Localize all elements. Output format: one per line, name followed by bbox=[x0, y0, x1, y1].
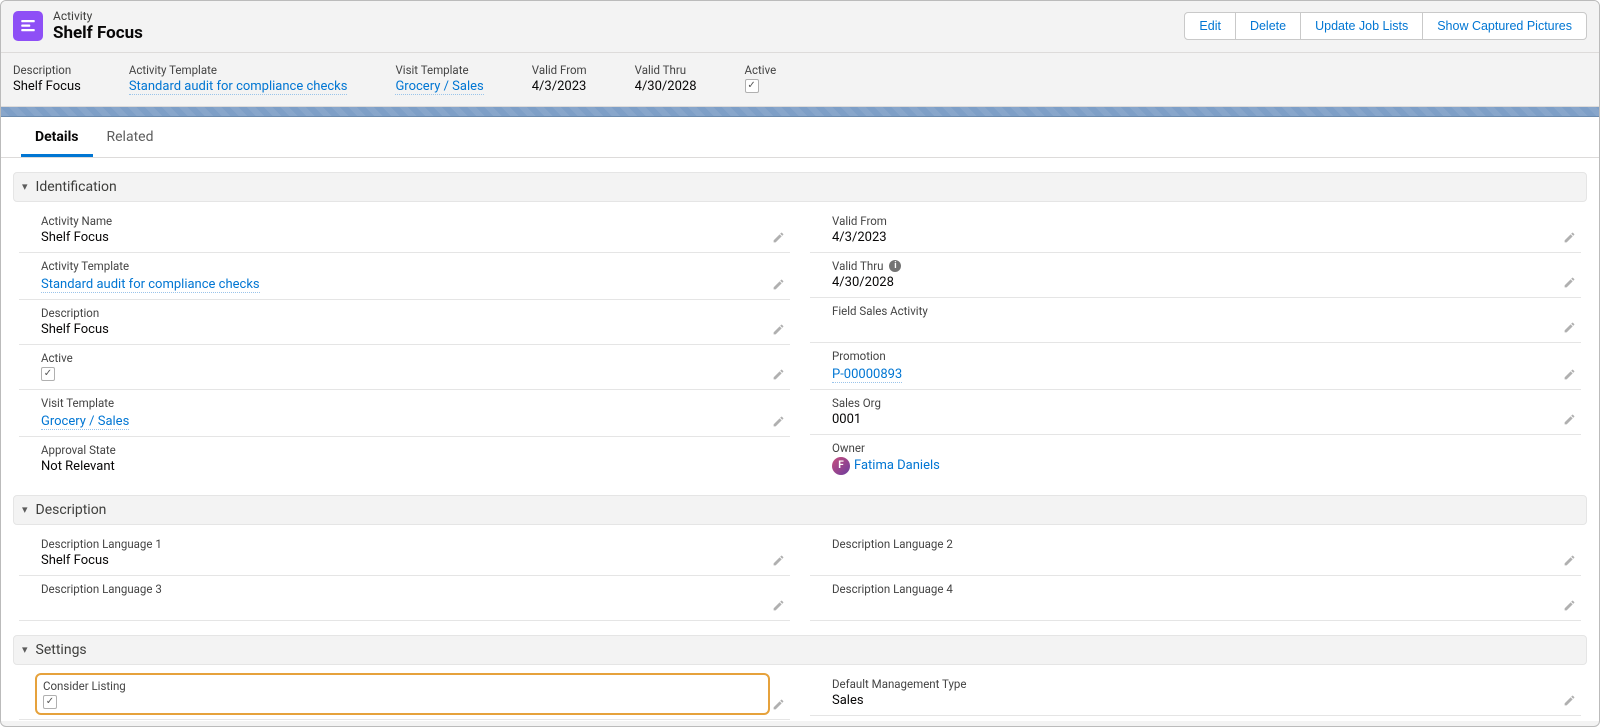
sales-org-value: 0001 bbox=[832, 412, 1555, 428]
record-title: Shelf Focus bbox=[53, 23, 143, 43]
desc-lang2-value bbox=[832, 553, 1555, 569]
edit-desc-lang2-icon[interactable] bbox=[1561, 553, 1577, 569]
hl-valid-from-value: 4/3/2023 bbox=[532, 79, 587, 94]
active-checkbox: ✓ bbox=[41, 367, 55, 381]
default-management-type-value: Sales bbox=[832, 693, 1555, 709]
hl-visit-template-label: Visit Template bbox=[395, 63, 483, 77]
section-description-header[interactable]: ▾ Description bbox=[13, 495, 1587, 525]
desc-lang1-label: Description Language 1 bbox=[41, 537, 764, 551]
desc-lang4-label: Description Language 4 bbox=[832, 582, 1555, 596]
section-identification-header[interactable]: ▾ Identification bbox=[13, 172, 1587, 202]
hl-active-checkbox: ✓ bbox=[745, 79, 759, 93]
edit-active-icon[interactable] bbox=[770, 367, 786, 383]
approval-state-value: Not Relevant bbox=[41, 459, 764, 475]
edit-description-icon[interactable] bbox=[770, 322, 786, 338]
valid-thru-label: Valid Thru bbox=[832, 259, 883, 273]
edit-desc-lang4-icon[interactable] bbox=[1561, 598, 1577, 614]
valid-thru-value: 4/30/2028 bbox=[832, 275, 1555, 291]
activity-template-link[interactable]: Standard audit for compliance checks bbox=[41, 277, 260, 293]
promotion-label: Promotion bbox=[832, 349, 1555, 363]
edit-promotion-icon[interactable] bbox=[1561, 367, 1577, 383]
hl-activity-template-label: Activity Template bbox=[129, 63, 348, 77]
edit-activity-name-icon[interactable] bbox=[770, 230, 786, 246]
edit-desc-lang1-icon[interactable] bbox=[770, 553, 786, 569]
chevron-down-icon: ▾ bbox=[22, 643, 28, 656]
hl-valid-from-label: Valid From bbox=[532, 63, 587, 77]
edit-consider-listing-icon[interactable] bbox=[770, 697, 786, 713]
field-sales-activity-label: Field Sales Activity bbox=[832, 304, 1555, 318]
visit-template-label: Visit Template bbox=[41, 396, 764, 410]
edit-visit-template-icon[interactable] bbox=[770, 414, 786, 430]
section-settings-header[interactable]: ▾ Settings bbox=[13, 635, 1587, 665]
update-job-lists-button[interactable]: Update Job Lists bbox=[1300, 12, 1423, 40]
consider-listing-label: Consider Listing bbox=[43, 679, 762, 693]
valid-from-label: Valid From bbox=[832, 214, 1555, 228]
promotion-link[interactable]: P-00000893 bbox=[832, 367, 902, 383]
hl-description-label: Description bbox=[13, 63, 81, 77]
visit-template-link[interactable]: Grocery / Sales bbox=[41, 414, 129, 430]
active-label: Active bbox=[41, 351, 764, 365]
hl-description-value: Shelf Focus bbox=[13, 79, 81, 94]
tab-related[interactable]: Related bbox=[93, 117, 168, 157]
show-captured-pictures-button[interactable]: Show Captured Pictures bbox=[1422, 12, 1587, 40]
edit-sales-org-icon[interactable] bbox=[1561, 412, 1577, 428]
edit-default-management-type-icon[interactable] bbox=[1561, 693, 1577, 709]
desc-lang3-label: Description Language 3 bbox=[41, 582, 764, 596]
hl-visit-template-link[interactable]: Grocery / Sales bbox=[395, 79, 483, 95]
record-header: Activity Shelf Focus Edit Delete Update … bbox=[1, 1, 1599, 53]
tab-bar: Details Related bbox=[1, 117, 1599, 158]
hl-valid-thru-value: 4/30/2028 bbox=[635, 79, 697, 94]
hl-active-label: Active bbox=[745, 63, 777, 77]
description-value: Shelf Focus bbox=[41, 322, 764, 338]
section-identification-title: Identification bbox=[36, 179, 117, 195]
delete-button[interactable]: Delete bbox=[1235, 12, 1301, 40]
section-description-title: Description bbox=[36, 502, 107, 518]
valid-from-value: 4/3/2023 bbox=[832, 230, 1555, 246]
highlights-panel: Description Shelf Focus Activity Templat… bbox=[1, 53, 1599, 107]
default-management-type-label: Default Management Type bbox=[832, 677, 1555, 691]
hl-valid-thru-label: Valid Thru bbox=[635, 63, 697, 77]
activity-record-icon bbox=[13, 11, 43, 41]
activity-name-value: Shelf Focus bbox=[41, 230, 764, 246]
details-content: ▾ Identification Activity Name Shelf Foc… bbox=[1, 158, 1599, 721]
owner-avatar-icon: F bbox=[832, 457, 850, 475]
edit-desc-lang3-icon[interactable] bbox=[770, 598, 786, 614]
desc-lang4-value bbox=[832, 598, 1555, 614]
desc-lang1-value: Shelf Focus bbox=[41, 553, 764, 569]
edit-activity-template-icon[interactable] bbox=[770, 277, 786, 293]
edit-valid-thru-icon[interactable] bbox=[1561, 275, 1577, 291]
sales-org-label: Sales Org bbox=[832, 396, 1555, 410]
section-settings-title: Settings bbox=[36, 642, 87, 658]
desc-lang3-value bbox=[41, 598, 764, 614]
desc-lang2-label: Description Language 2 bbox=[832, 537, 1555, 551]
path-ribbon bbox=[1, 107, 1599, 117]
chevron-down-icon: ▾ bbox=[22, 180, 28, 193]
header-actions: Edit Delete Update Job Lists Show Captur… bbox=[1184, 12, 1587, 40]
edit-field-sales-activity-icon[interactable] bbox=[1561, 320, 1577, 336]
record-type-label: Activity bbox=[53, 9, 143, 23]
info-icon[interactable]: i bbox=[889, 260, 901, 272]
description-label: Description bbox=[41, 306, 764, 320]
edit-valid-from-icon[interactable] bbox=[1561, 230, 1577, 246]
field-sales-activity-value bbox=[832, 320, 1555, 336]
edit-button[interactable]: Edit bbox=[1184, 12, 1236, 40]
activity-name-label: Activity Name bbox=[41, 214, 764, 228]
hl-activity-template-link[interactable]: Standard audit for compliance checks bbox=[129, 79, 348, 95]
activity-template-label: Activity Template bbox=[41, 259, 764, 273]
consider-listing-highlight: Consider Listing ✓ bbox=[35, 673, 770, 715]
approval-state-label: Approval State bbox=[41, 443, 764, 457]
owner-link[interactable]: Fatima Daniels bbox=[854, 458, 940, 473]
consider-listing-checkbox: ✓ bbox=[43, 695, 57, 709]
tab-details[interactable]: Details bbox=[21, 117, 93, 157]
chevron-down-icon: ▾ bbox=[22, 503, 28, 516]
owner-label: Owner bbox=[832, 441, 1555, 455]
